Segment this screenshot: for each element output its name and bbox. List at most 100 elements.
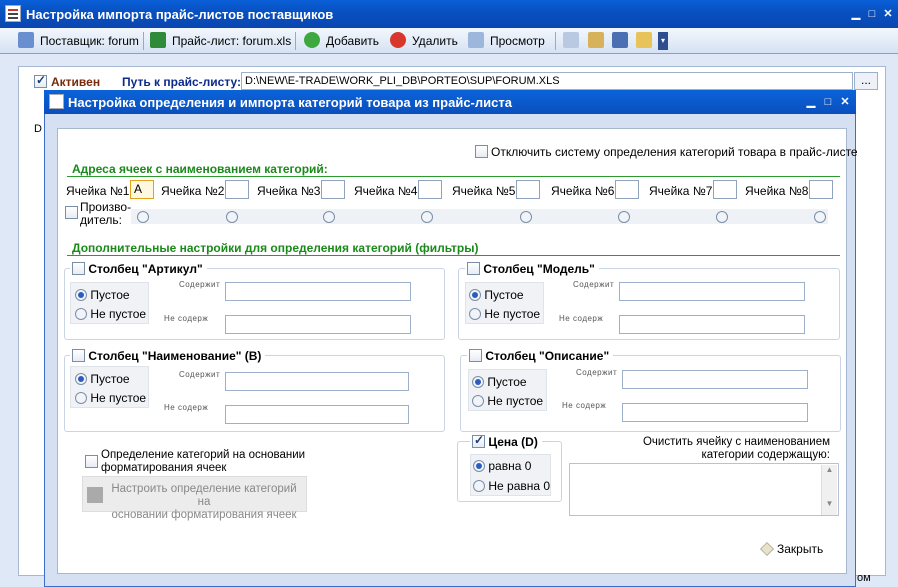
price-neq-radio[interactable]: Не равна 0 xyxy=(473,479,550,493)
article-empty-radio[interactable]: Пустое xyxy=(75,288,130,302)
close-button[interactable]: Закрыть xyxy=(760,542,823,556)
cell-2-input[interactable] xyxy=(225,180,249,199)
article-notcontains-label: Не содерж xyxy=(164,314,209,323)
open-button[interactable] xyxy=(636,32,658,50)
dialog-maximize-icon[interactable]: □ xyxy=(820,95,836,109)
name-group-caption: Столбец "Наименование" (В) xyxy=(70,349,266,363)
model-contains-label: Содержит xyxy=(573,280,615,289)
save-button[interactable] xyxy=(612,32,634,50)
producer-radio-7[interactable] xyxy=(716,210,728,224)
producer-radio-2[interactable] xyxy=(226,210,238,224)
model-empty-radio[interactable]: Пустое xyxy=(469,288,524,302)
view-button[interactable]: Просмотр xyxy=(468,32,545,50)
filters-divider xyxy=(67,255,840,256)
producer-radio-4[interactable] xyxy=(421,210,433,224)
add-button[interactable]: Добавить xyxy=(304,32,379,50)
article-notempty-radio[interactable]: Не пустое xyxy=(75,307,146,321)
model-notempty-radio[interactable]: Не пустое xyxy=(469,307,540,321)
cell-5-input[interactable] xyxy=(516,180,540,199)
name-empty-radio[interactable]: Пустое xyxy=(75,372,130,386)
producer-radio-6[interactable] xyxy=(618,210,630,224)
scroll-up-icon[interactable]: ▲ xyxy=(821,465,837,481)
format-label: Определение категорий на основании формат… xyxy=(101,449,306,474)
cells-divider xyxy=(67,176,840,177)
description-empty-radio[interactable]: Пустое xyxy=(472,375,527,389)
description-notcontains-input[interactable] xyxy=(622,403,808,422)
filters-header: Дополнительные настройки для определения… xyxy=(72,241,479,255)
clear-cell-textarea[interactable]: ▲ ▼ xyxy=(569,463,839,516)
model-notcontains-input[interactable] xyxy=(619,315,805,334)
paste-icon xyxy=(588,32,604,48)
cell-7-input[interactable] xyxy=(713,180,737,199)
article-contains-input[interactable] xyxy=(225,282,411,301)
paste-button[interactable] xyxy=(588,32,610,50)
browse-button[interactable]: ... xyxy=(854,72,878,90)
producer-radio-8[interactable] xyxy=(814,210,826,224)
name-notempty-radio[interactable]: Не пустое xyxy=(75,391,146,405)
dialog-minimize-icon[interactable]: ▁ xyxy=(803,95,819,109)
description-contains-input[interactable] xyxy=(622,370,808,389)
format-settings-button[interactable]: Настроить определение категорий на основа… xyxy=(82,476,307,521)
scroll-down-icon[interactable]: ▼ xyxy=(821,499,837,515)
article-contains-label: Содержит xyxy=(179,280,221,289)
name-contains-input[interactable] xyxy=(225,372,409,391)
producer-radio-3[interactable] xyxy=(323,210,335,224)
producer-radio-1[interactable] xyxy=(137,210,149,224)
close-icon[interactable]: ✕ xyxy=(880,7,896,21)
path-label: Путь к прайс-листу: xyxy=(122,75,242,89)
producer-radio-5[interactable] xyxy=(520,210,532,224)
producer-label: Произво-дитель: xyxy=(80,200,132,227)
name-checkbox[interactable] xyxy=(72,349,85,362)
delete-icon xyxy=(390,32,406,48)
clear-cell-label: Очистить ячейку с наименованием категории… xyxy=(642,436,830,461)
article-group-caption: Столбец "Артикул" xyxy=(70,262,207,276)
article-notcontains-input[interactable] xyxy=(225,315,411,334)
cell-2-label: Ячейка №2: xyxy=(161,184,228,198)
cell-4-input[interactable] xyxy=(418,180,442,199)
description-notempty-radio[interactable]: Не пустое xyxy=(472,394,543,408)
cell-6-input[interactable] xyxy=(615,180,639,199)
cell-7-label: Ячейка №7: xyxy=(649,184,716,198)
model-checkbox[interactable] xyxy=(467,262,480,275)
price-checkbox[interactable] xyxy=(472,433,485,448)
model-contains-input[interactable] xyxy=(619,282,805,301)
toolbar-overflow-icon[interactable]: ▾ xyxy=(658,32,668,50)
cell-3-label: Ячейка №3: xyxy=(257,184,324,198)
path-field[interactable]: D:\NEW\E-TRADE\WORK_PLI_DB\PORTEO\SUP\FO… xyxy=(241,72,853,90)
maximize-icon[interactable]: □ xyxy=(864,7,880,21)
toolbar-separator xyxy=(555,32,556,50)
cell-1-input[interactable]: A xyxy=(130,180,154,199)
article-checkbox[interactable] xyxy=(72,262,85,275)
toolbar-separator xyxy=(295,32,296,50)
add-icon xyxy=(304,32,320,48)
settings-icon xyxy=(87,487,103,503)
cell-3-input[interactable] xyxy=(321,180,345,199)
dialog-close-icon[interactable]: ✕ xyxy=(837,95,853,109)
cell-8-input[interactable] xyxy=(809,180,833,199)
description-checkbox[interactable] xyxy=(469,349,482,362)
excel-icon xyxy=(150,32,166,48)
producer-checkbox[interactable] xyxy=(65,206,78,220)
active-label: Активен xyxy=(51,75,101,89)
format-checkbox[interactable] xyxy=(85,455,98,469)
pricelist-button[interactable]: Прайс-лист: forum.xls xyxy=(150,32,291,50)
active-checkbox[interactable] xyxy=(34,73,47,89)
copy-button[interactable] xyxy=(563,32,585,50)
disable-system-checkbox[interactable] xyxy=(475,145,488,159)
toolbar: Поставщик: forum Прайс-лист: forum.xls Д… xyxy=(0,28,898,54)
delete-button[interactable]: Удалить xyxy=(390,32,458,50)
price-group-caption: Цена (D) xyxy=(470,433,542,449)
name-notcontains-input[interactable] xyxy=(225,405,409,424)
view-icon xyxy=(468,32,484,48)
minimize-icon[interactable]: ▁ xyxy=(848,7,864,21)
dialog-icon xyxy=(49,94,64,109)
price-eq-radio[interactable]: равна 0 xyxy=(473,459,531,473)
dialog-title-bar: Настройка определения и импорта категори… xyxy=(44,90,856,114)
supplier-button[interactable]: Поставщик: forum xyxy=(18,32,139,50)
model-group-caption: Столбец "Модель" xyxy=(465,262,599,276)
dialog-title: Настройка определения и импорта категори… xyxy=(68,95,512,110)
scrollbar-track[interactable] xyxy=(821,481,837,499)
description-contains-label: Содержит xyxy=(576,368,618,377)
cell-8-label: Ячейка №8: xyxy=(745,184,812,198)
description-notcontains-label: Не содерж xyxy=(562,401,607,410)
